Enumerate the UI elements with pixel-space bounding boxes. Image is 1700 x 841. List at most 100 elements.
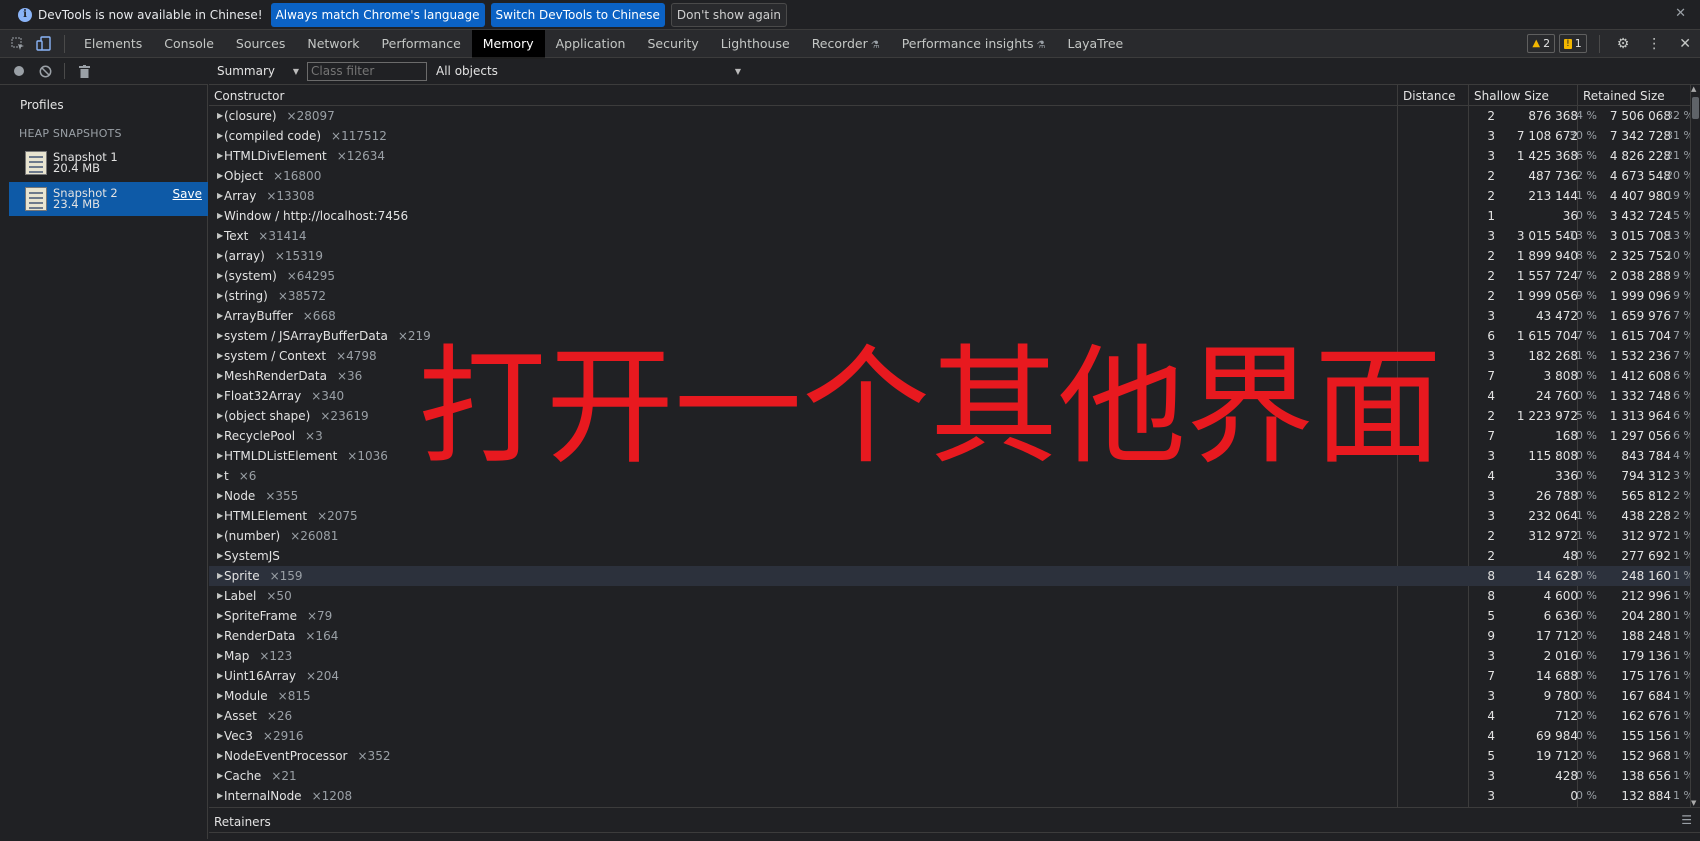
expand-triangle-icon[interactable]: ▶ (217, 546, 223, 566)
close-icon[interactable]: ✕ (1675, 6, 1686, 21)
expand-triangle-icon[interactable]: ▶ (217, 106, 223, 126)
expand-triangle-icon[interactable]: ▶ (217, 466, 223, 486)
close-devtools-icon[interactable]: ✕ (1679, 36, 1691, 52)
tab-layatree[interactable]: LayaTree (1057, 30, 1135, 57)
expand-triangle-icon[interactable]: ▶ (217, 686, 223, 706)
table-row[interactable]: ▶ Object ×16800 2 487 736 2 % 4 673 548 20 % (209, 166, 1694, 186)
table-row[interactable]: ▶ Label ×50 8 4 600 0 % 212 996 1 % (209, 586, 1694, 606)
expand-triangle-icon[interactable]: ▶ (217, 126, 223, 146)
expand-triangle-icon[interactable]: ▶ (217, 446, 223, 466)
table-row[interactable]: ▶ Float32Array ×340 4 24 760 0 % 1 332 748 6 % (209, 386, 1694, 406)
table-row[interactable]: ▶ MeshRenderData ×36 7 3 808 0 % 1 412 608 6 % (209, 366, 1694, 386)
expand-triangle-icon[interactable]: ▶ (217, 326, 223, 346)
tab-console[interactable]: Console (153, 30, 225, 57)
expand-triangle-icon[interactable]: ▶ (217, 746, 223, 766)
tab-security[interactable]: Security (636, 30, 709, 57)
expand-triangle-icon[interactable]: ▶ (217, 426, 223, 446)
expand-triangle-icon[interactable]: ▶ (217, 346, 223, 366)
expand-triangle-icon[interactable]: ▶ (217, 626, 223, 646)
table-row[interactable]: ▶ (system) ×64295 2 1 557 724 7 % 2 038 288 9 % (209, 266, 1694, 286)
snapshot-item[interactable]: Snapshot 1 20.4 MB (9, 146, 208, 180)
table-row[interactable]: ▶ system / Context ×4798 3 182 268 1 % 1 532 2… (209, 346, 1694, 366)
scroll-up-arrow-icon[interactable]: ▲ (1691, 85, 1696, 93)
distance-column-header[interactable]: Distance (1403, 89, 1455, 103)
warnings-badge[interactable]: ▲ 2 (1527, 34, 1556, 53)
dont-show-again-button[interactable]: Don't show again (670, 2, 788, 27)
expand-triangle-icon[interactable]: ▶ (217, 186, 223, 206)
table-row[interactable]: ▶ Text ×31414 3 3 015 540 13 % 3 015 708 13 % (209, 226, 1694, 246)
expand-triangle-icon[interactable]: ▶ (217, 606, 223, 626)
tab-application[interactable]: Application (545, 30, 637, 57)
more-options-icon[interactable]: ⋮ (1647, 36, 1661, 52)
expand-triangle-icon[interactable]: ▶ (217, 266, 223, 286)
settings-gear-icon[interactable]: ⚙ (1617, 36, 1630, 52)
shallow-size-column-header[interactable]: Shallow Size (1474, 89, 1549, 103)
table-row[interactable]: ▶ HTMLElement ×2075 3 232 064 1 % 438 228 2 % (209, 506, 1694, 526)
clear-all-icon[interactable] (38, 64, 52, 78)
record-icon[interactable] (12, 64, 26, 78)
tab-recorder[interactable]: Recorder ⚗ (801, 30, 891, 57)
table-row[interactable]: ▶ system / JSArrayBufferData ×219 6 1 615 70… (209, 326, 1694, 346)
grid-scrollbar[interactable]: ▲ ▼ (1690, 85, 1700, 807)
table-row[interactable]: ▶ Map ×123 3 2 016 0 % 179 136 1 % (209, 646, 1694, 666)
table-row[interactable]: ▶ HTMLDListElement ×1036 3 115 808 0 % 843 784… (209, 446, 1694, 466)
inspect-element-icon[interactable] (10, 36, 26, 52)
tab-network[interactable]: Network (296, 30, 370, 57)
menu-icon[interactable]: ☰ (1681, 813, 1692, 827)
expand-triangle-icon[interactable]: ▶ (217, 586, 223, 606)
table-row[interactable]: ▶ (number) ×26081 2 312 972 1 % 312 972 1 % (209, 526, 1694, 546)
table-row[interactable]: ▶ RenderData ×164 9 17 712 0 % 188 248 1 % (209, 626, 1694, 646)
tab-sources[interactable]: Sources (225, 30, 296, 57)
table-row[interactable]: ▶ Array ×13308 2 213 144 1 % 4 407 980 19 % (209, 186, 1694, 206)
table-row[interactable]: ▶ (closure) ×28097 2 876 368 4 % 7 506 068 32 % (209, 106, 1694, 126)
expand-triangle-icon[interactable]: ▶ (217, 366, 223, 386)
scroll-thumb[interactable] (1692, 97, 1699, 119)
expand-triangle-icon[interactable]: ▶ (217, 666, 223, 686)
table-row[interactable]: ▶ (string) ×38572 2 1 999 056 9 % 1 999 096 9 % (209, 286, 1694, 306)
expand-triangle-icon[interactable]: ▶ (217, 526, 223, 546)
expand-triangle-icon[interactable]: ▶ (217, 486, 223, 506)
expand-triangle-icon[interactable]: ▶ (217, 706, 223, 726)
expand-triangle-icon[interactable]: ▶ (217, 726, 223, 746)
class-filter-input[interactable] (307, 61, 427, 81)
expand-triangle-icon[interactable]: ▶ (217, 306, 223, 326)
table-row[interactable]: ▶ t ×6 4 336 0 % 794 312 3 % (209, 466, 1694, 486)
table-row[interactable]: ▶ (object shape) ×23619 2 1 223 972 5 % 1 313 … (209, 406, 1694, 426)
expand-triangle-icon[interactable]: ▶ (217, 246, 223, 266)
expand-triangle-icon[interactable]: ▶ (217, 406, 223, 426)
table-row[interactable]: ▶ SystemJS 2 48 0 % 277 692 1 % (209, 546, 1694, 566)
switch-to-chinese-button[interactable]: Switch DevTools to Chinese (490, 2, 665, 27)
tab-performance[interactable]: Performance (371, 30, 472, 57)
expand-triangle-icon[interactable]: ▶ (217, 566, 223, 586)
device-toolbar-icon[interactable] (36, 35, 52, 52)
expand-triangle-icon[interactable]: ▶ (217, 786, 223, 806)
tab-lighthouse[interactable]: Lighthouse (710, 30, 801, 57)
table-row[interactable]: ▶ Uint16Array ×204 7 14 688 0 % 175 176 1 % (209, 666, 1694, 686)
table-row[interactable]: ▶ Sprite ×159 8 14 628 0 % 248 160 1 % (209, 566, 1694, 586)
tab-performance-insights[interactable]: Performance insights ⚗ (891, 30, 1057, 57)
expand-triangle-icon[interactable]: ▶ (217, 206, 223, 226)
table-row[interactable]: ▶ SpriteFrame ×79 5 6 636 0 % 204 280 1 % (209, 606, 1694, 626)
snapshot-item-selected[interactable]: Snapshot 2 23.4 MB Save (9, 182, 208, 216)
constructor-column-header[interactable]: Constructor (214, 89, 284, 103)
table-row[interactable]: ▶ Vec3 ×2916 4 69 984 0 % 155 156 1 % (209, 726, 1694, 746)
table-row[interactable]: ▶ (compiled code) ×117512 3 7 108 672 30 % 7 3… (209, 126, 1694, 146)
table-row[interactable]: ▶ RecyclePool ×3 7 168 0 % 1 297 056 6 % (209, 426, 1694, 446)
expand-triangle-icon[interactable]: ▶ (217, 506, 223, 526)
expand-triangle-icon[interactable]: ▶ (217, 146, 223, 166)
table-row[interactable]: ▶ Window / http://localhost:7456 1 36 0 % 3 4… (209, 206, 1694, 226)
tab-elements[interactable]: Elements (73, 30, 153, 57)
table-row[interactable]: ▶ HTMLDivElement ×12634 3 1 425 368 6 % 4 826 … (209, 146, 1694, 166)
trash-icon[interactable] (77, 64, 91, 78)
retained-size-column-header[interactable]: Retained Size (1583, 89, 1665, 103)
expand-triangle-icon[interactable]: ▶ (217, 766, 223, 786)
table-row[interactable]: ▶ Node ×355 3 26 788 0 % 565 812 2 % (209, 486, 1694, 506)
scroll-down-arrow-icon[interactable]: ▼ (1691, 799, 1696, 807)
issues-badge[interactable]: ! 1 (1559, 34, 1587, 53)
table-row[interactable]: ▶ NodeEventProcessor ×352 5 19 712 0 % 152 968… (209, 746, 1694, 766)
expand-triangle-icon[interactable]: ▶ (217, 386, 223, 406)
expand-triangle-icon[interactable]: ▶ (217, 226, 223, 246)
expand-triangle-icon[interactable]: ▶ (217, 286, 223, 306)
expand-triangle-icon[interactable]: ▶ (217, 166, 223, 186)
table-row[interactable]: ▶ Cache ×21 3 428 0 % 138 656 1 % (209, 766, 1694, 786)
